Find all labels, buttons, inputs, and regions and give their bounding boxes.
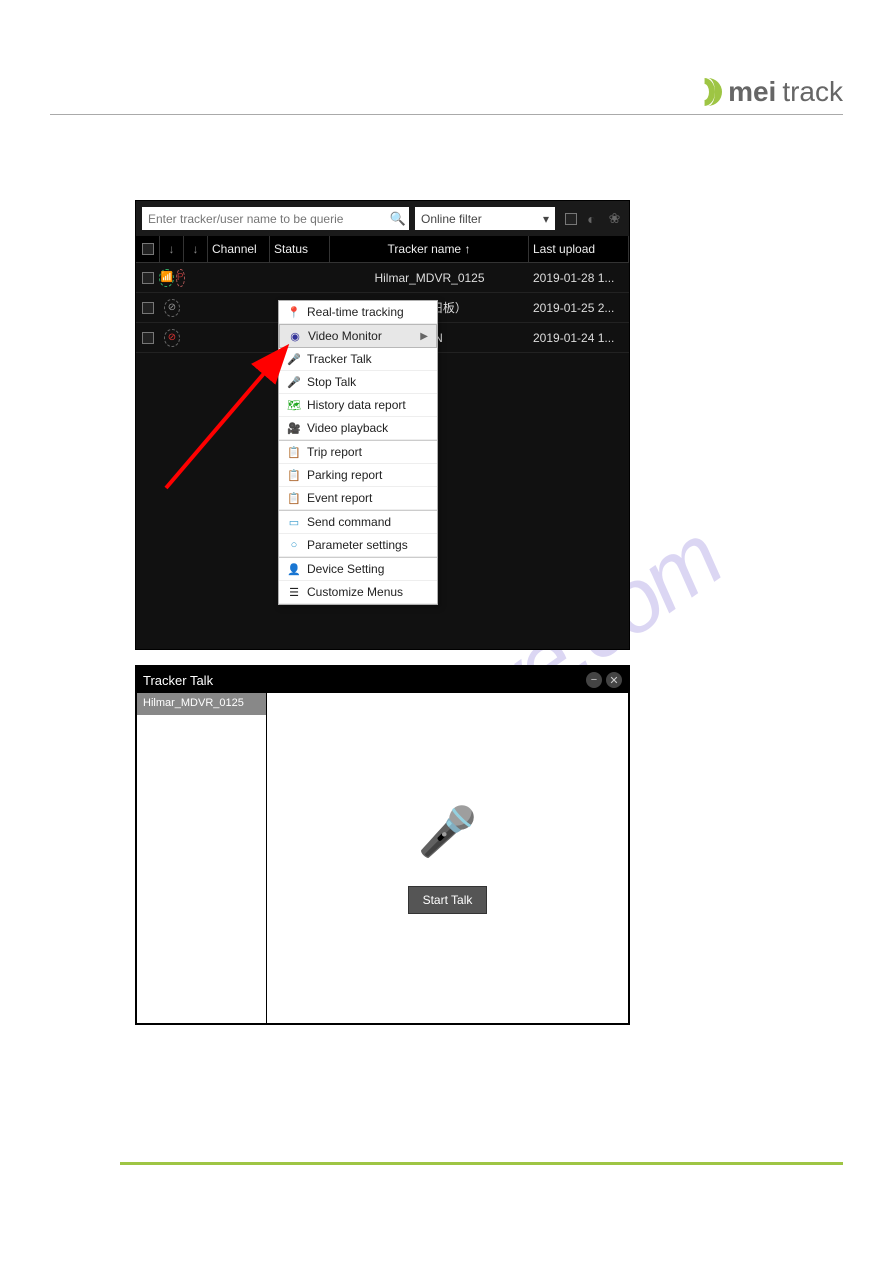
toolbar-checkbox[interactable] — [565, 213, 577, 225]
tracker-talk-header: Tracker Talk − ✕ — [137, 667, 628, 693]
device-entry-label: Hilmar_MDVR_0125 — [143, 697, 244, 709]
table-row[interactable]: 📶 P Hilmar_MDVR_0125 2019-01-28 1... — [136, 263, 629, 293]
refresh-icon[interactable]: ◐ — [583, 210, 600, 227]
mic-icon: 🎤 — [287, 353, 301, 366]
signal-icon: 📶 — [159, 269, 173, 287]
report-icon: 📋 — [287, 446, 301, 459]
brand-mei: mei — [728, 76, 776, 108]
footer-divider — [120, 1162, 843, 1165]
talk-main: 🎤 Start Talk — [267, 693, 628, 1023]
menu-label: Video playback — [307, 421, 388, 435]
device-entry[interactable]: Hilmar_MDVR_0125 — [137, 693, 266, 715]
menu-customize-menus[interactable]: ☰ Customize Menus — [279, 581, 437, 604]
row-checkbox[interactable] — [142, 302, 154, 314]
menu-label: Device Setting — [307, 562, 384, 576]
event-report-icon: 📋 — [287, 492, 301, 505]
menu-label: History data report — [307, 398, 406, 412]
menu-label: Send command — [307, 515, 391, 529]
sort-down-icon-2[interactable]: ↓ — [184, 236, 208, 262]
search-input[interactable] — [142, 207, 387, 230]
online-filter-select[interactable]: Online filter ▾ — [415, 207, 555, 230]
context-menu: 📍 Real-time tracking ◉ Video Monitor ▶ 🎤… — [278, 300, 438, 605]
park-icon: P — [176, 269, 185, 287]
mic-off-icon: 🎤 — [287, 376, 301, 389]
menu-label: Parking report — [307, 468, 382, 482]
menu-parameter-settings[interactable]: ○ Parameter settings — [279, 534, 437, 557]
tracker-talk-panel: Tracker Talk − ✕ Hilmar_MDVR_0125 🎤 Star… — [135, 665, 630, 1025]
list-icon: ☰ — [287, 586, 301, 599]
settings-icon: ○ — [287, 539, 301, 551]
start-talk-button[interactable]: Start Talk — [408, 886, 488, 914]
menu-label: Parameter settings — [307, 538, 408, 552]
menu-tracker-talk[interactable]: 🎤 Tracker Talk — [279, 348, 437, 371]
globe-icon[interactable]: ❀ — [606, 210, 623, 227]
close-icon[interactable]: ✕ — [606, 672, 622, 688]
row-checkbox[interactable] — [142, 332, 154, 344]
menu-stop-talk[interactable]: 🎤 Stop Talk — [279, 371, 437, 394]
col-tracker-name[interactable]: Tracker name ↑ — [330, 236, 529, 262]
command-icon: ▭ — [287, 516, 301, 529]
page-header: meitrack — [50, 70, 843, 115]
start-talk-label: Start Talk — [423, 893, 473, 907]
last-upload: 2019-01-28 1... — [529, 271, 629, 285]
tracker-talk-body: Hilmar_MDVR_0125 🎤 Start Talk — [137, 693, 628, 1023]
submenu-arrow-icon: ▶ — [420, 331, 428, 342]
menu-realtime-tracking[interactable]: 📍 Real-time tracking — [279, 301, 437, 324]
menu-label: Event report — [307, 491, 372, 505]
menu-video-monitor[interactable]: ◉ Video Monitor ▶ — [279, 324, 437, 348]
microphone-icon: 🎤 — [418, 803, 478, 860]
menu-event-report[interactable]: 📋 Event report — [279, 487, 437, 510]
eye-icon: ◉ — [288, 330, 302, 343]
col-status[interactable]: Status — [270, 236, 330, 262]
menu-label: Trip report — [307, 445, 362, 459]
menu-label: Stop Talk — [307, 375, 356, 389]
chevron-down-icon: ▾ — [543, 212, 549, 226]
sort-down-icon[interactable]: ↓ — [160, 236, 184, 262]
parking-report-icon: 📋 — [287, 469, 301, 482]
brand-logo: meitrack — [694, 76, 843, 108]
menu-device-setting[interactable]: 👤 Device Setting — [279, 558, 437, 581]
map-icon: 🗺 — [287, 399, 301, 412]
last-upload: 2019-01-24 1... — [529, 331, 629, 345]
offline-alert-icon: ⊘ — [164, 329, 180, 347]
last-upload: 2019-01-25 2... — [529, 301, 629, 315]
header-checkbox[interactable] — [142, 243, 154, 255]
pin-icon: 📍 — [287, 306, 301, 319]
device-list: Hilmar_MDVR_0125 — [137, 693, 267, 1023]
menu-trip-report[interactable]: 📋 Trip report — [279, 441, 437, 464]
table-header: ↓ ↓ Channel Status Tracker name ↑ Last u… — [136, 236, 629, 263]
menu-send-command[interactable]: ▭ Send command — [279, 511, 437, 534]
menu-label: Real-time tracking — [307, 305, 404, 319]
search-icon[interactable]: 🔍 — [387, 207, 409, 230]
brand-track: track — [782, 76, 843, 108]
filter-label: Online filter — [421, 212, 482, 226]
tracker-talk-title: Tracker Talk — [143, 673, 213, 688]
row-checkbox[interactable] — [142, 272, 154, 284]
video-icon: 🎥 — [287, 422, 301, 435]
col-last-upload[interactable]: Last upload — [529, 236, 629, 262]
menu-label: Video Monitor — [308, 329, 382, 343]
menu-video-playback[interactable]: 🎥 Video playback — [279, 417, 437, 440]
menu-history-data[interactable]: 🗺 History data report — [279, 394, 437, 417]
toolbar: 🔍 Online filter ▾ ◐ ❀ — [136, 201, 629, 236]
tracker-name: Hilmar_MDVR_0125 — [330, 271, 529, 285]
brand-mark-icon — [694, 78, 722, 106]
col-channel[interactable]: Channel — [208, 236, 270, 262]
user-icon: 👤 — [287, 563, 301, 576]
menu-parking-report[interactable]: 📋 Parking report — [279, 464, 437, 487]
menu-label: Tracker Talk — [307, 352, 372, 366]
minimize-icon[interactable]: − — [586, 672, 602, 688]
offline-icon: ⊘ — [164, 299, 180, 317]
menu-label: Customize Menus — [307, 585, 403, 599]
